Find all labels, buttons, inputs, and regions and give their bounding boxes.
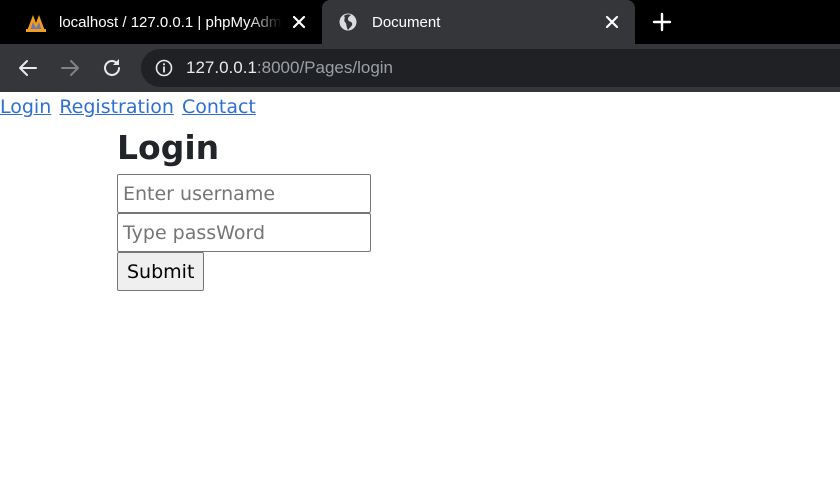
- tab-phpmyadmin[interactable]: localhost / 127.0.0.1 | phpMyAdmin: [0, 0, 322, 44]
- nav-link-login[interactable]: Login: [0, 96, 51, 118]
- tab-title: localhost / 127.0.0.1 | phpMyAdmin: [59, 13, 282, 31]
- username-input[interactable]: [117, 174, 371, 213]
- page-title: Login: [117, 128, 220, 167]
- phpmyadmin-logo-icon: [26, 15, 46, 32]
- arrow-right-icon[interactable]: [58, 56, 82, 80]
- nav-link-contact[interactable]: Contact: [182, 96, 256, 118]
- reload-icon[interactable]: [100, 56, 124, 80]
- address-bar[interactable]: 127.0.0.1:8000/Pages/login: [141, 49, 840, 87]
- page-content: Login Registration Contact Login Submit: [0, 92, 840, 502]
- top-navigation: Login Registration Contact: [0, 96, 258, 118]
- browser-toolbar: 127.0.0.1:8000/Pages/login: [0, 44, 840, 92]
- tab-title: Document: [372, 13, 441, 31]
- close-icon[interactable]: [292, 15, 306, 29]
- tab-document[interactable]: Document: [322, 0, 635, 44]
- arrow-left-icon[interactable]: [16, 56, 40, 80]
- url-text[interactable]: 127.0.0.1:8000/Pages/login: [186, 58, 393, 78]
- nav-link-registration[interactable]: Registration: [59, 96, 174, 118]
- url-path: :8000/Pages/login: [256, 58, 394, 77]
- plus-icon[interactable]: [651, 11, 673, 33]
- submit-button[interactable]: Submit: [117, 252, 205, 291]
- close-icon[interactable]: [605, 15, 619, 29]
- password-input[interactable]: [117, 213, 371, 252]
- info-icon[interactable]: [154, 58, 174, 78]
- tab-strip: localhost / 127.0.0.1 | phpMyAdmin Docum…: [0, 0, 840, 44]
- login-form: Login Submit: [117, 126, 371, 291]
- globe-icon: [339, 13, 357, 31]
- url-host: 127.0.0.1: [186, 58, 257, 77]
